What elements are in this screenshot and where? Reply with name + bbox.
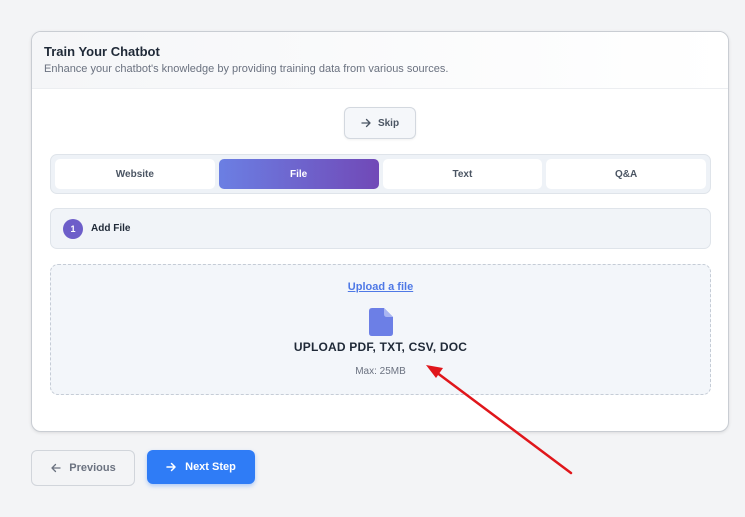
annotation-arrow	[426, 365, 573, 475]
